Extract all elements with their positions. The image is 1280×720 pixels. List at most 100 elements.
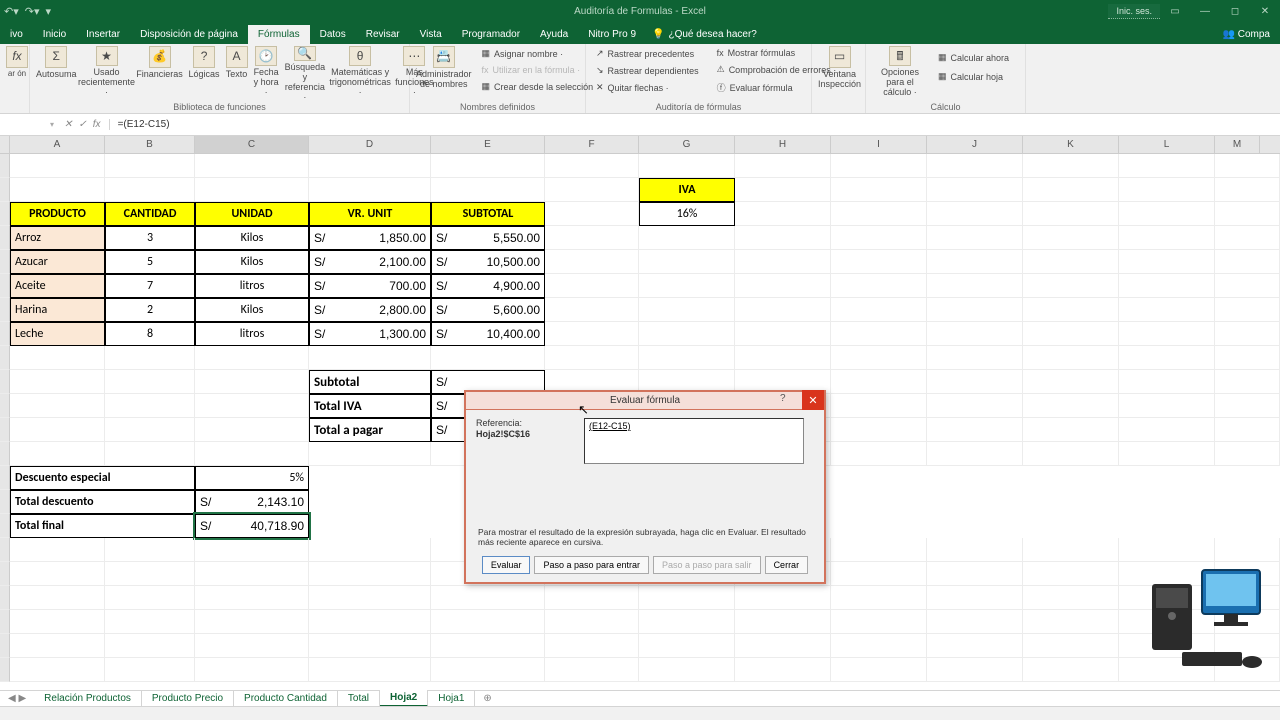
- watch-window-button[interactable]: ▭Ventana Inspección: [818, 46, 861, 98]
- cell-D9[interactable]: [309, 346, 431, 370]
- add-sheet-icon[interactable]: ⊕: [475, 693, 499, 704]
- minimize-icon[interactable]: —: [1190, 0, 1220, 22]
- fx-icon[interactable]: fx: [93, 119, 101, 130]
- cell-B5[interactable]: 5: [105, 250, 195, 274]
- col-G[interactable]: G: [639, 136, 735, 153]
- cell-F7[interactable]: [545, 298, 639, 322]
- sheet-nav-icon[interactable]: ◀ ▶: [0, 693, 34, 704]
- cell-A20[interactable]: [10, 610, 105, 634]
- cell-B8[interactable]: 8: [105, 322, 195, 346]
- cell-F3[interactable]: [545, 202, 639, 226]
- cell-I2[interactable]: [831, 178, 927, 202]
- cell-H8[interactable]: [735, 322, 831, 346]
- tab-vista[interactable]: Vista: [410, 25, 452, 44]
- evaluate-button[interactable]: Evaluar: [482, 556, 531, 574]
- cell-L9[interactable]: [1119, 346, 1215, 370]
- cell-C14[interactable]: 5%: [195, 466, 309, 490]
- signin-button[interactable]: Inic. ses.: [1108, 4, 1160, 19]
- cell-B10[interactable]: [105, 370, 195, 394]
- cell-A13[interactable]: [10, 442, 105, 466]
- cell-D8[interactable]: S/1,300.00: [309, 322, 431, 346]
- cell-I10[interactable]: [831, 370, 927, 394]
- calc-now-button[interactable]: ▦ Calcular ahora: [934, 50, 1013, 65]
- cell-J17[interactable]: [927, 538, 1023, 562]
- trace-dependents-button[interactable]: ↘ Rastrear dependientes: [592, 63, 703, 78]
- cell-J18[interactable]: [927, 562, 1023, 586]
- cell-D2[interactable]: [309, 178, 431, 202]
- cell-I20[interactable]: [831, 610, 927, 634]
- cell-I8[interactable]: [831, 322, 927, 346]
- cell-M7[interactable]: [1215, 298, 1280, 322]
- cell-C16[interactable]: S/40,718.90: [195, 514, 309, 538]
- tab-nitro[interactable]: Nitro Pro 9: [578, 25, 646, 44]
- cell-K8[interactable]: [1023, 322, 1119, 346]
- cell-F6[interactable]: [545, 274, 639, 298]
- cell-A18[interactable]: [10, 562, 105, 586]
- sheet-tab[interactable]: Total: [338, 691, 380, 706]
- cell-A21[interactable]: [10, 634, 105, 658]
- cell-J4[interactable]: [927, 226, 1023, 250]
- cell-F21[interactable]: [545, 634, 639, 658]
- cell-E6[interactable]: S/4,900.00: [431, 274, 545, 298]
- insert-function-button[interactable]: fxar ón: [6, 46, 28, 98]
- remove-arrows-button[interactable]: ✕ Quitar flechas ·: [592, 80, 703, 95]
- cell-G21[interactable]: [639, 634, 735, 658]
- cell-E4[interactable]: S/5,550.00: [431, 226, 545, 250]
- cell-D11[interactable]: Total IVA: [309, 394, 431, 418]
- cell-K1[interactable]: [1023, 154, 1119, 178]
- cell-H19[interactable]: [735, 586, 831, 610]
- cell-AB15[interactable]: Total descuento: [10, 490, 195, 514]
- cell-J10[interactable]: [927, 370, 1023, 394]
- cell-A10[interactable]: [10, 370, 105, 394]
- cell-A5[interactable]: Azucar: [10, 250, 105, 274]
- cell-G1[interactable]: [639, 154, 735, 178]
- cell-M4[interactable]: [1215, 226, 1280, 250]
- cell-J12[interactable]: [927, 418, 1023, 442]
- date-button[interactable]: 🕑Fecha y hora ·: [254, 46, 279, 98]
- cell-A7[interactable]: Harina: [10, 298, 105, 322]
- cell-I13[interactable]: [831, 442, 927, 466]
- cell-K13[interactable]: [1023, 442, 1119, 466]
- cell-H7[interactable]: [735, 298, 831, 322]
- cell-I18[interactable]: [831, 562, 927, 586]
- cell-F22[interactable]: [545, 658, 639, 682]
- cell-AB14[interactable]: Descuento especial: [10, 466, 195, 490]
- sheet-tab[interactable]: Producto Cantidad: [234, 691, 338, 706]
- cell-K7[interactable]: [1023, 298, 1119, 322]
- financial-button[interactable]: 💰Financieras: [137, 46, 183, 98]
- cell-K12[interactable]: [1023, 418, 1119, 442]
- trace-precedents-button[interactable]: ↗ Rastrear precedentes: [592, 46, 703, 61]
- tell-me[interactable]: 💡¿Qué desea hacer?: [646, 25, 763, 44]
- cell-B11[interactable]: [105, 394, 195, 418]
- cell-M10[interactable]: [1215, 370, 1280, 394]
- select-all-corner[interactable]: [0, 136, 10, 153]
- cell-K19[interactable]: [1023, 586, 1119, 610]
- sheet-tab[interactable]: Producto Precio: [142, 691, 234, 706]
- cell-G9[interactable]: [639, 346, 735, 370]
- cell-B9[interactable]: [105, 346, 195, 370]
- cell-K2[interactable]: [1023, 178, 1119, 202]
- cell-E19[interactable]: [431, 586, 545, 610]
- cell-B22[interactable]: [105, 658, 195, 682]
- cell-K9[interactable]: [1023, 346, 1119, 370]
- cell-K18[interactable]: [1023, 562, 1119, 586]
- cell-E3[interactable]: SUBTOTAL: [431, 202, 545, 226]
- cell-G8[interactable]: [639, 322, 735, 346]
- cell-I1[interactable]: [831, 154, 927, 178]
- cell-D3[interactable]: VR. UNIT: [309, 202, 431, 226]
- cell-F4[interactable]: [545, 226, 639, 250]
- cell-B7[interactable]: 2: [105, 298, 195, 322]
- define-name-button[interactable]: ▦ Asignar nombre ·: [478, 46, 598, 61]
- cell-B20[interactable]: [105, 610, 195, 634]
- cell-E9[interactable]: [431, 346, 545, 370]
- cell-K5[interactable]: [1023, 250, 1119, 274]
- cell-F9[interactable]: [545, 346, 639, 370]
- cell-C4[interactable]: Kilos: [195, 226, 309, 250]
- cell-G2[interactable]: IVA: [639, 178, 735, 202]
- cell-J6[interactable]: [927, 274, 1023, 298]
- cell-C2[interactable]: [195, 178, 309, 202]
- undo-icon[interactable]: ↶▾: [4, 5, 19, 18]
- cell-J3[interactable]: [927, 202, 1023, 226]
- close-button[interactable]: Cerrar: [765, 556, 809, 574]
- cell-J19[interactable]: [927, 586, 1023, 610]
